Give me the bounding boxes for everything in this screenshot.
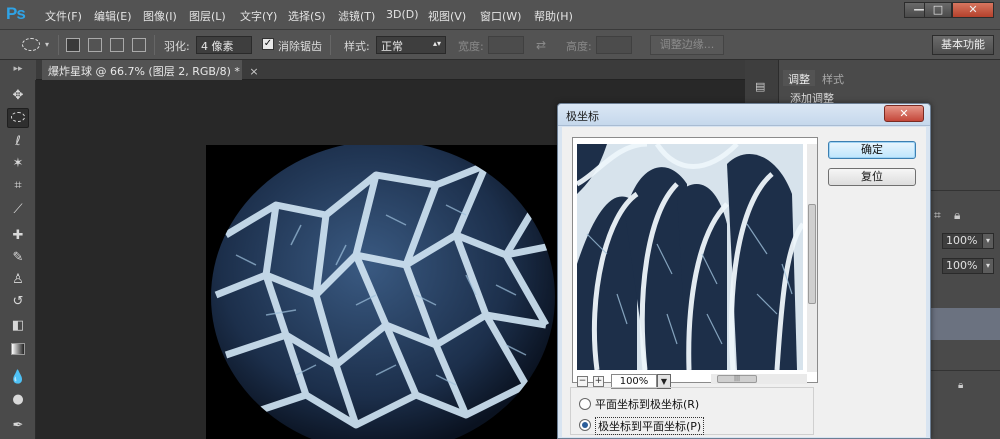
dialog-close-button[interactable]: ✕ bbox=[884, 105, 924, 122]
document-tab-title: 爆炸星球 @ 66.7% (图层 2, RGB/8) * bbox=[48, 65, 240, 78]
menu-bar: Ps 文件(F) 编辑(E) 图像(I) 图层(L) 文字(Y) 选择(S) 滤… bbox=[0, 0, 1000, 30]
toolbox-collapse-icon[interactable]: ▸▸ bbox=[0, 60, 36, 80]
polar-preview-graphic bbox=[577, 144, 803, 370]
antialias-label: 消除锯齿 bbox=[278, 40, 322, 53]
swap-icon[interactable]: ⇄ bbox=[536, 38, 546, 52]
marquee-tool-icon[interactable] bbox=[7, 108, 29, 128]
opacity-input[interactable]: 100% bbox=[942, 233, 984, 249]
pen-tool-icon[interactable]: ✒ bbox=[7, 416, 29, 436]
lock-pixels-icon[interactable]: ⌗ bbox=[934, 208, 941, 223]
preview-horizontal-scrollbar[interactable]: ||| bbox=[711, 374, 807, 384]
menu-help[interactable]: 帮助(H) bbox=[534, 8, 573, 24]
select-arrow-icon: ▴▾ bbox=[432, 39, 441, 48]
width-input[interactable] bbox=[488, 36, 524, 54]
document-close-icon[interactable]: × bbox=[249, 65, 258, 78]
zoom-in-button[interactable]: + bbox=[593, 376, 604, 387]
brush-tool-icon[interactable]: ✎ bbox=[7, 248, 29, 268]
menu-select[interactable]: 选择(S) bbox=[288, 8, 326, 24]
ok-button[interactable]: 确定 bbox=[828, 141, 916, 159]
history-panel-icon[interactable]: ▤ bbox=[755, 80, 765, 93]
filter-preview-image[interactable] bbox=[577, 144, 803, 370]
subtract-selection-icon[interactable] bbox=[110, 38, 124, 52]
move-tool-icon[interactable]: ✥ bbox=[7, 86, 29, 106]
options-bar: ▾ 羽化: 4 像素 ✓ 消除锯齿 样式: 正常 ▴▾ 宽度: ⇄ 高度: 调整边… bbox=[0, 30, 1000, 60]
layer-lock-icon: 🔒︎ bbox=[958, 380, 964, 391]
add-selection-icon[interactable] bbox=[88, 38, 102, 52]
dodge-tool-icon[interactable]: ● bbox=[7, 390, 29, 410]
antialias-checkbox[interactable]: ✓ bbox=[262, 38, 274, 50]
polar-coordinates-dialog: 极坐标 ✕ ||| − + 100% ▼ 确定 复位 平面坐标到极坐标(R) 极… bbox=[557, 103, 931, 439]
toolbox: ✥ ℓ ✶ ⌗ ⟋ ✚ ✎ ♙ ↺ ◧ 💧 ● ✒ bbox=[0, 80, 36, 439]
gradient-tool-icon[interactable] bbox=[7, 342, 29, 362]
style-select-value: 正常 bbox=[381, 40, 403, 53]
workspace-button[interactable]: 基本功能 bbox=[932, 35, 994, 55]
preview-vertical-scrollbar[interactable] bbox=[807, 144, 817, 372]
height-input[interactable] bbox=[596, 36, 632, 54]
tab-styles[interactable]: 样式 bbox=[817, 70, 849, 86]
height-label: 高度: bbox=[566, 40, 592, 53]
menu-type[interactable]: 文字(Y) bbox=[240, 8, 277, 24]
healing-brush-tool-icon[interactable]: ✚ bbox=[7, 226, 29, 246]
style-label: 样式: bbox=[344, 40, 370, 53]
feather-label: 羽化: bbox=[164, 40, 190, 53]
intersect-selection-icon[interactable] bbox=[132, 38, 146, 52]
window-close-button[interactable]: ✕ bbox=[952, 2, 994, 18]
fill-input[interactable]: 100% bbox=[942, 258, 984, 274]
dialog-titlebar[interactable]: 极坐标 ✕ bbox=[558, 104, 930, 126]
fill-dropdown-icon[interactable]: ▾ bbox=[982, 258, 994, 274]
menu-image[interactable]: 图像(I) bbox=[143, 8, 177, 24]
elliptical-marquee-icon[interactable] bbox=[22, 38, 40, 51]
opacity-dropdown-icon[interactable]: ▾ bbox=[982, 233, 994, 249]
zoom-out-button[interactable]: − bbox=[577, 376, 588, 387]
menu-edit[interactable]: 编辑(E) bbox=[94, 8, 132, 24]
photoshop-logo: Ps bbox=[6, 4, 26, 23]
feather-input[interactable]: 4 像素 bbox=[196, 36, 252, 54]
conversion-mode-group: 平面坐标到极坐标(R) 极坐标到平面坐标(P) bbox=[570, 387, 814, 435]
document-tab[interactable]: 爆炸星球 @ 66.7% (图层 2, RGB/8) * × bbox=[42, 60, 259, 80]
lock-position-icon[interactable]: 🔒︎ bbox=[954, 208, 960, 223]
document-canvas[interactable] bbox=[206, 145, 586, 439]
style-select[interactable]: 正常 ▴▾ bbox=[376, 36, 446, 54]
history-brush-tool-icon[interactable]: ↺ bbox=[7, 292, 29, 312]
eyedropper-tool-icon[interactable]: ⟋ bbox=[7, 200, 29, 220]
menu-window[interactable]: 窗口(W) bbox=[480, 8, 521, 24]
selected-layer-row[interactable] bbox=[930, 308, 1000, 340]
width-label: 宽度: bbox=[458, 40, 484, 53]
magic-wand-tool-icon[interactable]: ✶ bbox=[7, 154, 29, 174]
clone-stamp-tool-icon[interactable]: ♙ bbox=[7, 270, 29, 290]
tool-preset-dropdown-icon[interactable]: ▾ bbox=[45, 40, 49, 49]
cracked-planet-image bbox=[211, 145, 555, 439]
menu-layer[interactable]: 图层(L) bbox=[189, 8, 226, 24]
radio-rect-to-polar-label[interactable]: 平面坐标到极坐标(R) bbox=[595, 396, 699, 412]
refine-edge-button[interactable]: 调整边缘... bbox=[650, 35, 724, 55]
vertical-scroll-thumb[interactable] bbox=[808, 204, 816, 304]
crop-tool-icon[interactable]: ⌗ bbox=[7, 176, 29, 196]
menu-3d[interactable]: 3D(D) bbox=[386, 8, 419, 21]
radio-polar-to-rect-label[interactable]: 极坐标到平面坐标(P) bbox=[595, 417, 705, 435]
horizontal-scroll-thumb[interactable]: ||| bbox=[717, 375, 757, 383]
menu-filter[interactable]: 滤镜(T) bbox=[338, 8, 375, 24]
tab-adjustments[interactable]: 调整 bbox=[783, 70, 815, 86]
reset-button[interactable]: 复位 bbox=[828, 168, 916, 186]
maximize-button[interactable]: □ bbox=[924, 2, 952, 18]
menu-file[interactable]: 文件(F) bbox=[45, 8, 82, 24]
blur-tool-icon[interactable]: 💧 bbox=[7, 368, 29, 388]
new-selection-icon[interactable] bbox=[66, 38, 80, 52]
radio-polar-to-rect[interactable] bbox=[579, 419, 591, 431]
preview-pane: ||| − + 100% ▼ bbox=[572, 137, 818, 389]
lasso-tool-icon[interactable]: ℓ bbox=[7, 132, 29, 152]
radio-rect-to-polar[interactable] bbox=[579, 398, 591, 410]
dialog-body: ||| − + 100% ▼ 确定 复位 平面坐标到极坐标(R) 极坐标到平面坐… bbox=[562, 127, 926, 437]
dialog-title: 极坐标 bbox=[566, 110, 599, 123]
menu-view[interactable]: 视图(V) bbox=[428, 8, 466, 24]
eraser-tool-icon[interactable]: ◧ bbox=[7, 316, 29, 336]
